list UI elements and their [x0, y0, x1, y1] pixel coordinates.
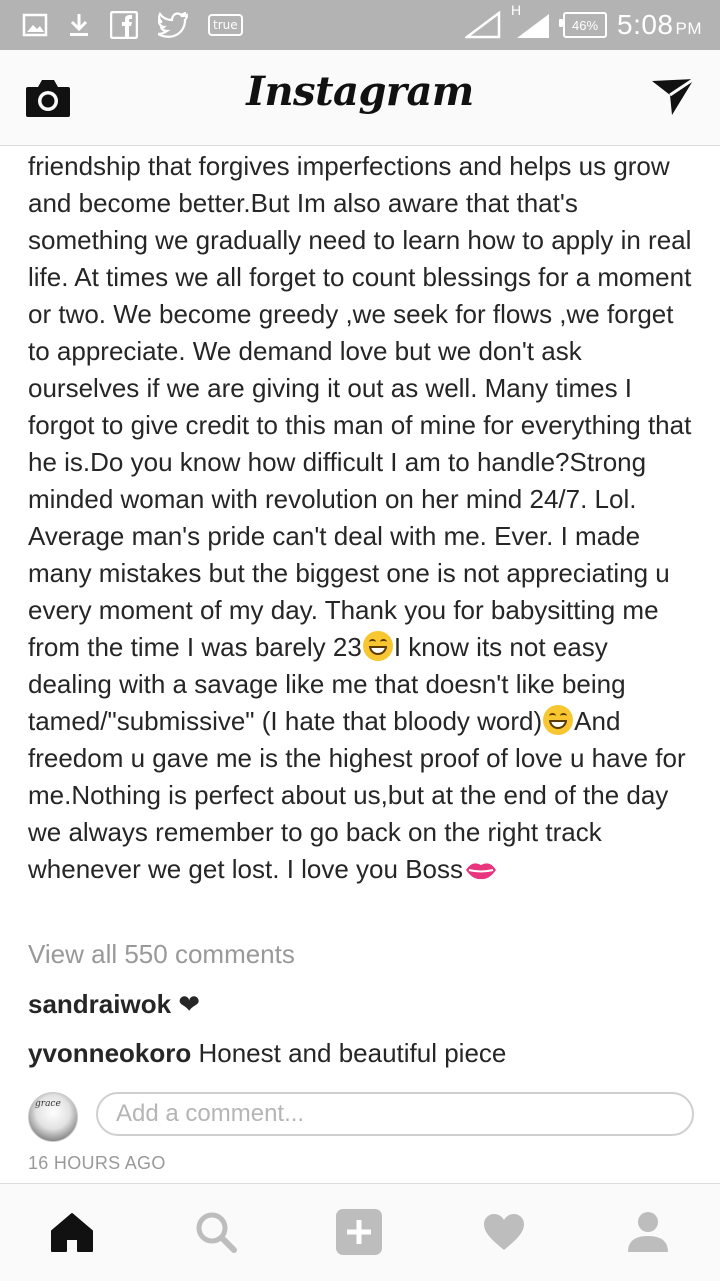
system-status: H 46% 5:08 PM: [465, 2, 702, 42]
status-bar: true H 46% 5:08 PM: [0, 0, 720, 50]
true-app-badge: true: [208, 14, 243, 36]
twitter-icon: [158, 12, 188, 38]
app-header: Instagram: [0, 50, 720, 146]
profile-icon[interactable]: [624, 1208, 672, 1256]
notification-icons: true: [22, 9, 243, 41]
clock: 5:08 PM: [617, 9, 702, 41]
view-all-comments-link[interactable]: View all 550 comments: [28, 939, 295, 970]
bottom-navigation: [0, 1183, 720, 1281]
home-icon[interactable]: [48, 1208, 96, 1256]
comment-username[interactable]: yvonneokoro: [28, 1038, 191, 1068]
download-icon: [68, 12, 90, 38]
app-title: Instagram: [246, 68, 474, 115]
heart-icon[interactable]: [480, 1208, 528, 1256]
facebook-icon: [110, 11, 138, 39]
clock-time: 5:08: [617, 9, 674, 40]
direct-send-icon[interactable]: [650, 75, 696, 119]
grinning-emoji-icon: [362, 631, 393, 661]
add-icon[interactable]: [335, 1208, 383, 1256]
comment-username[interactable]: sandraiwok: [28, 989, 171, 1019]
comment: yvonneokoro Honest and beautiful piece: [28, 1038, 506, 1069]
signal-icon: [465, 11, 503, 39]
caption-text-1: friendship that forgives imperfections a…: [28, 151, 692, 662]
post-comments-view: friendship that forgives imperfections a…: [0, 146, 720, 1182]
battery-icon: 46%: [559, 12, 607, 38]
signal-h-icon: H: [511, 2, 553, 40]
add-comment-input[interactable]: [96, 1092, 694, 1136]
network-type: H: [511, 2, 522, 18]
clock-ampm: PM: [675, 19, 702, 38]
battery-level: 46%: [571, 17, 599, 33]
comment-text: Honest and beautiful piece: [198, 1038, 507, 1068]
avatar-text: grace: [35, 1099, 61, 1109]
comment: sandraiwok ❤: [28, 989, 200, 1020]
search-icon[interactable]: [192, 1208, 240, 1256]
heart-emoji-icon: ❤: [178, 989, 201, 1019]
post-caption: friendship that forgives imperfections a…: [28, 148, 698, 888]
user-avatar: grace: [28, 1092, 78, 1142]
kiss-mark-emoji-icon: [466, 863, 497, 880]
post-timestamp: 16 HOURS AGO: [28, 1153, 166, 1173]
grinning-emoji-icon: [543, 705, 574, 735]
image-notification-icon: [22, 13, 48, 37]
